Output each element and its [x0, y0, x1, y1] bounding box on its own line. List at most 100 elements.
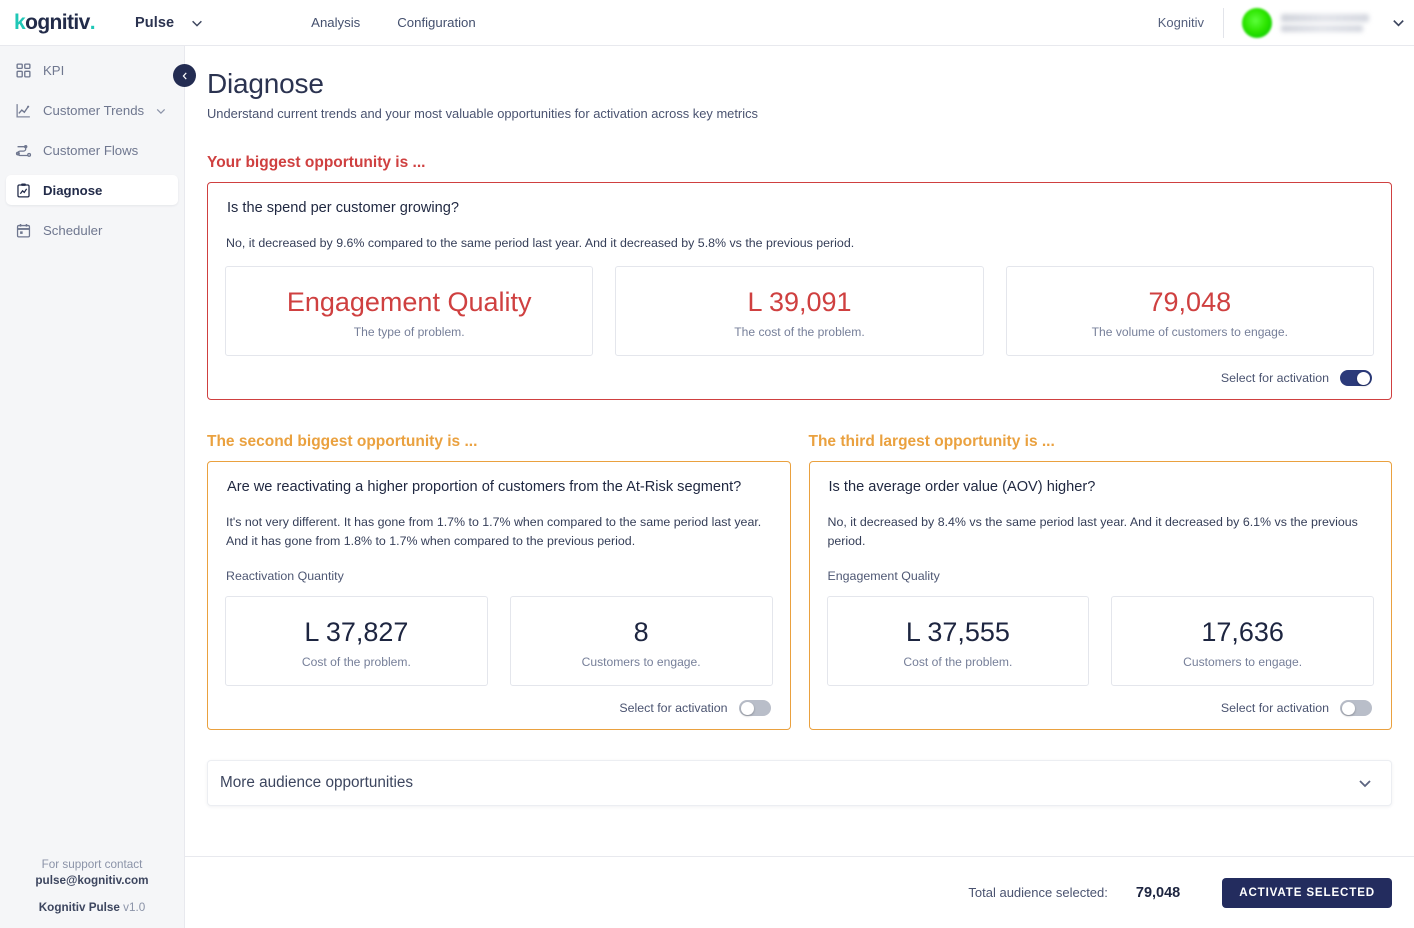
more-opportunities-accordion[interactable]: More audience opportunities: [207, 760, 1392, 806]
metric-tile: Engagement Quality The type of problem.: [225, 266, 594, 356]
sidebar-item-label: Customer Trends: [43, 102, 145, 118]
chevron-down-icon[interactable]: [155, 104, 167, 117]
version-line: Kognitiv Pulse v1.0: [10, 901, 174, 914]
logo-k: k: [14, 11, 26, 34]
chevron-left-icon: [182, 71, 187, 80]
opportunity-tag: Reactivation Quantity: [226, 569, 344, 583]
sidebar-item-label: Diagnose: [43, 182, 103, 198]
metric-group: L 37,555 Cost of the problem. 17,636 Cus…: [826, 596, 1374, 686]
metric-tile: 17,636 Customers to engage.: [1111, 596, 1374, 686]
opportunity-description: No, it decreased by 9.6% compared to the…: [226, 236, 855, 250]
activation-row: Select for activation: [225, 700, 773, 716]
sidebar-footer: For support contact pulse@kognitiv.com K…: [0, 857, 184, 928]
metric-value: 79,048: [1148, 287, 1232, 317]
top-nav: Analysis Configuration: [311, 15, 476, 30]
opportunity-card-second: Are we reactivating a higher proportion …: [207, 461, 791, 730]
calendar-icon: [15, 222, 32, 239]
sidebar-collapse-button[interactable]: [173, 64, 196, 87]
metric-value: L 39,091: [747, 287, 852, 317]
metric-value: Engagement Quality: [286, 287, 532, 317]
sidebar: KPI Customer Trends Customer Flows Diagn…: [0, 46, 196, 928]
opportunity-description: No, it decreased by 8.4% vs the same per…: [827, 515, 1358, 548]
metric-tile: L 39,091 The cost of the problem.: [615, 266, 984, 356]
sidebar-item-kpi[interactable]: KPI: [6, 55, 178, 85]
metric-caption: Customers to engage.: [1183, 655, 1303, 669]
total-audience-value: 79,048: [1135, 884, 1181, 901]
main-area: Diagnose Understand current trends and y…: [185, 46, 1414, 928]
chevron-down-icon[interactable]: [190, 16, 204, 30]
product-label: Kognitiv Pulse: [38, 901, 120, 914]
product-name[interactable]: Pulse: [135, 15, 174, 31]
kognitiv-logo[interactable]: k ognitiv.: [14, 11, 96, 34]
line-chart-icon: [15, 102, 32, 119]
version-number: v1.0: [123, 901, 146, 914]
activation-toggle[interactable]: [1340, 370, 1372, 386]
support-email[interactable]: pulse@kognitiv.com: [10, 873, 174, 889]
opportunity-card-first: Is the spend per customer growing? No, i…: [207, 182, 1392, 400]
toggle-knob: [1342, 701, 1355, 715]
total-audience-label: Total audience selected:: [968, 885, 1108, 900]
opportunity-column-third: The third largest opportunity is ... Is …: [808, 400, 1392, 730]
activate-selected-button[interactable]: ACTIVATE SELECTED: [1222, 877, 1392, 908]
sidebar-item-customer-trends[interactable]: Customer Trends: [6, 95, 178, 125]
metric-caption: The volume of customers to engage.: [1091, 325, 1288, 339]
opportunity-question: Is the average order value (AOV) higher?: [828, 479, 1096, 495]
metric-caption: The cost of the problem.: [734, 325, 865, 339]
metric-tile: L 37,827 Cost of the problem.: [225, 596, 488, 686]
section-title-second: The second biggest opportunity is ...: [207, 433, 478, 450]
metric-caption: Cost of the problem.: [301, 655, 411, 669]
toggle-knob: [740, 701, 754, 715]
chevron-down-icon[interactable]: [1391, 15, 1406, 30]
metric-value: L 37,827: [304, 617, 409, 647]
metric-tile: L 37,555 Cost of the problem.: [826, 596, 1090, 686]
opportunity-description: It's not very different. It has gone fro…: [226, 515, 762, 548]
chevron-down-icon[interactable]: [1357, 775, 1373, 791]
app-body: KPI Customer Trends Customer Flows Diagn…: [0, 46, 1414, 928]
activation-label: Select for activation: [619, 701, 728, 715]
nav-analysis[interactable]: Analysis: [311, 15, 360, 30]
opportunity-question: Are we reactivating a higher proportion …: [227, 479, 742, 495]
nav-configuration[interactable]: Configuration: [397, 15, 475, 30]
flow-icon: [15, 142, 32, 159]
more-opportunities-label: More audience opportunities: [220, 774, 414, 791]
user-role: [1281, 24, 1363, 32]
metric-caption: Cost of the problem.: [903, 655, 1013, 669]
metric-group: Engagement Quality The type of problem. …: [225, 266, 1374, 356]
activation-label: Select for activation: [1220, 701, 1329, 715]
logo-dot: .: [89, 11, 96, 34]
activation-row: Select for activation: [225, 370, 1374, 386]
metric-tile: 79,048 The volume of customers to engage…: [1005, 266, 1374, 356]
activation-toggle[interactable]: [738, 700, 771, 716]
top-right-group: Kognitiv: [1158, 0, 1414, 45]
metric-value: L 37,555: [905, 617, 1010, 647]
metric-group: L 37,827 Cost of the problem. 8 Customer…: [225, 596, 773, 686]
sidebar-nav: KPI Customer Trends Customer Flows Diagn…: [0, 46, 184, 255]
grid-icon: [15, 62, 32, 79]
top-bar: k ognitiv. Pulse Analysis Configuration K…: [0, 0, 1414, 46]
opportunity-columns: The second biggest opportunity is ... Ar…: [207, 400, 1392, 730]
opportunity-card-third: Is the average order value (AOV) higher?…: [808, 461, 1392, 730]
section-title-third: The third largest opportunity is ...: [808, 433, 1055, 450]
support-label: For support contact: [41, 858, 143, 871]
app-root: k ognitiv. Pulse Analysis Configuration K…: [0, 0, 1414, 928]
user-identity: [1281, 13, 1369, 32]
activation-toggle[interactable]: [1340, 700, 1372, 716]
sidebar-item-customer-flows[interactable]: Customer Flows: [6, 135, 178, 165]
metric-value: 8: [633, 617, 649, 647]
user-menu[interactable]: [1224, 7, 1414, 38]
activation-label: Select for activation: [1220, 371, 1329, 385]
metric-caption: Customers to engage.: [581, 655, 701, 669]
action-footer: Total audience selected: 79,048 ACTIVATE…: [185, 856, 1414, 928]
activation-row: Select for activation: [827, 700, 1375, 716]
sidebar-item-label: Customer Flows: [43, 142, 139, 158]
clipboard-chart-icon: [15, 182, 32, 199]
toggle-knob: [1357, 371, 1370, 385]
sidebar-item-label: KPI: [43, 62, 65, 78]
opportunity-column-second: The second biggest opportunity is ... Ar…: [207, 400, 791, 730]
logo-rest: ognitiv: [25, 11, 90, 34]
section-title-first: Your biggest opportunity is ...: [207, 154, 426, 171]
user-name: [1281, 13, 1369, 22]
sidebar-item-scheduler[interactable]: Scheduler: [6, 215, 178, 245]
sidebar-item-diagnose[interactable]: Diagnose: [6, 175, 178, 205]
page-content: Diagnose Understand current trends and y…: [185, 46, 1414, 856]
